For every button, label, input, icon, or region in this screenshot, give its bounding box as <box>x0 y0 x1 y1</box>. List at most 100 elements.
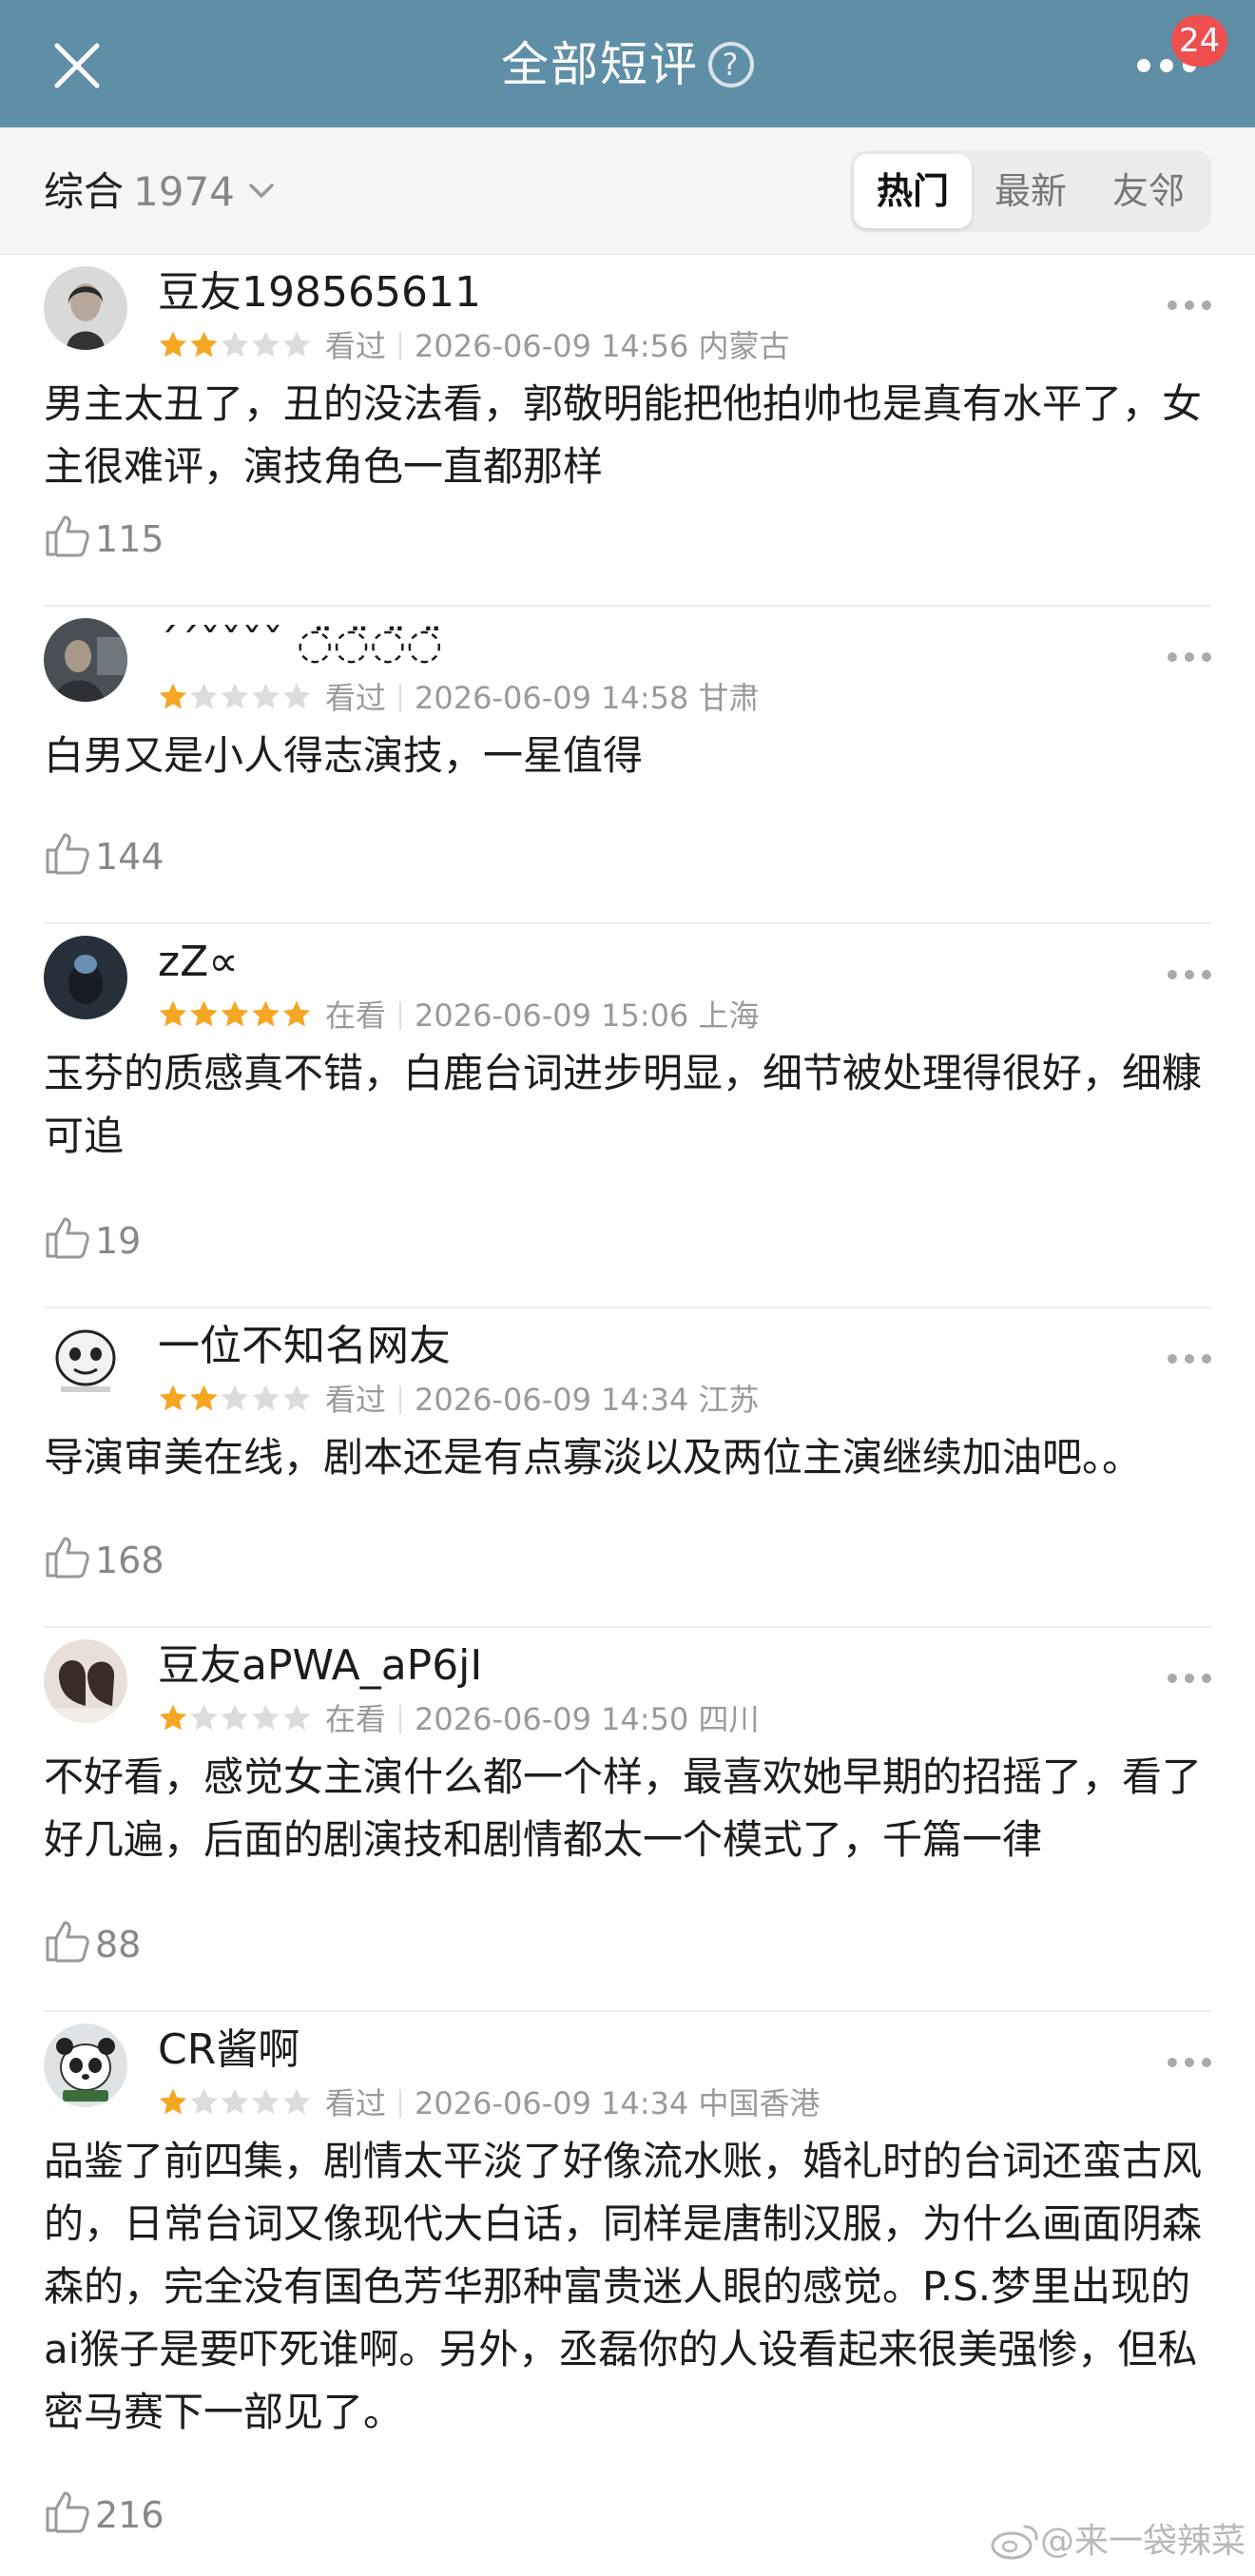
timestamp: 2026-06-09 15:06 上海 <box>415 997 760 1034</box>
thumbs-up-icon <box>46 515 89 557</box>
like-count: 19 <box>95 1220 142 1262</box>
watch-status: 在看 <box>325 997 387 1034</box>
username[interactable]: 一位不知名网友 <box>158 1320 451 1373</box>
avatar[interactable] <box>44 266 127 350</box>
thumbs-up-icon <box>46 2491 89 2533</box>
like-button[interactable]: 19 <box>44 1217 141 1270</box>
review-meta: 在看 2026-06-09 14:50 四川 <box>158 1700 760 1738</box>
divider <box>399 1385 402 1414</box>
star-empty-icon <box>190 2088 218 2115</box>
star-empty-icon <box>282 1385 311 1411</box>
timestamp: 2026-06-09 14:34 中国香港 <box>415 2085 821 2121</box>
review-item: 豆友aPWA_aP6jI 在看 2026-06-09 14:50 四川 不好看，感… <box>0 1628 1255 2012</box>
like-count: 115 <box>95 518 164 560</box>
page-title: 全部短评? <box>0 34 1255 95</box>
like-button[interactable]: 168 <box>44 1537 164 1590</box>
star-filled-icon <box>159 1704 187 1731</box>
review-item: ´´ˇˇˇˇ ◌̈◌̈◌̈◌̈ 看过 2026-06-09 14:58 甘肃 白男… <box>0 607 1255 924</box>
star-filled-icon <box>159 1000 187 1027</box>
watermark-text: @来一袋辣菜 <box>1039 2522 1245 2561</box>
more-icon[interactable] <box>1168 970 1211 981</box>
star-empty-icon <box>221 683 249 709</box>
avatar[interactable] <box>44 936 127 1019</box>
username[interactable]: zZ∝ <box>158 936 239 989</box>
review-text: 导演审美在线，剧本还是有点寡淡以及两位主演继续加油吧。。 <box>44 1434 1143 1481</box>
star-empty-icon <box>221 1704 249 1731</box>
star-empty-icon <box>221 2088 249 2115</box>
star-empty-icon <box>282 331 311 358</box>
username[interactable]: CR酱啊 <box>158 2024 299 2077</box>
review-meta: 看过 2026-06-09 14:34 中国香港 <box>158 2084 821 2122</box>
star-rating <box>158 330 312 360</box>
like-count: 144 <box>95 836 164 878</box>
avatar[interactable] <box>44 618 127 702</box>
star-filled-icon <box>190 1000 218 1027</box>
review-meta: 在看 2026-06-09 15:06 上海 <box>158 997 760 1035</box>
like-button[interactable]: 88 <box>44 1921 141 1974</box>
review-item: CR酱啊 看过 2026-06-09 14:34 中国香港 品鉴了前四集，剧情太平… <box>0 2012 1255 2576</box>
like-button[interactable]: 144 <box>44 833 164 886</box>
tab-friends[interactable]: 友邻 <box>1090 154 1207 228</box>
star-filled-icon <box>221 1000 249 1027</box>
like-count: 88 <box>95 1924 142 1966</box>
star-rating <box>158 1384 312 1414</box>
thumbs-up-icon <box>46 833 89 875</box>
star-empty-icon <box>282 1704 311 1731</box>
star-filled-icon <box>190 1385 218 1411</box>
sort-label: 综合 <box>44 168 125 215</box>
page-title-text: 全部短评 <box>501 37 699 92</box>
star-filled-icon <box>190 331 218 358</box>
weibo-logo-icon <box>991 2525 1038 2560</box>
review-item: 豆友198565611 看过 2026-06-09 14:56 内蒙古 男主太丑了… <box>0 255 1255 607</box>
more-icon[interactable] <box>1168 1354 1211 1365</box>
thumbs-up-icon <box>46 1537 89 1579</box>
review-text: 不好看，感觉女主演什么都一个样，最喜欢她早期的招摇了，看了好几遍，后面的剧演技和… <box>44 1753 1203 1863</box>
review-text: 品鉴了前四集，剧情太平淡了好像流水账，婚礼时的台词还蛮古风的，日常台词又像现代大… <box>44 2138 1203 2435</box>
like-button[interactable]: 115 <box>44 515 164 569</box>
review-meta: 看过 2026-06-09 14:56 内蒙古 <box>158 327 790 365</box>
more-icon[interactable] <box>1168 300 1211 312</box>
chevron-down-icon <box>249 183 274 198</box>
tab-latest[interactable]: 最新 <box>972 154 1090 228</box>
review-item: zZ∝ 在看 2026-06-09 15:06 上海 玉芬的质感真不错，白鹿台词进… <box>0 924 1255 1308</box>
notification-badge: 24 <box>1171 15 1228 67</box>
avatar[interactable] <box>44 2024 127 2107</box>
star-empty-icon <box>252 331 280 358</box>
username[interactable]: ´´ˇˇˇˇ ◌̈◌̈◌̈◌̈ <box>158 618 443 671</box>
like-button[interactable]: 216 <box>44 2491 164 2545</box>
star-filled-icon <box>252 1000 280 1027</box>
review-list: 豆友198565611 看过 2026-06-09 14:56 内蒙古 男主太丑了… <box>0 255 1255 2576</box>
more-icon[interactable] <box>1168 1674 1211 1685</box>
star-filled-icon <box>282 1000 311 1027</box>
tab-hot[interactable]: 热门 <box>854 154 972 228</box>
more-icon[interactable] <box>1168 652 1211 664</box>
star-rating <box>158 1703 312 1733</box>
divider <box>399 1001 402 1030</box>
help-icon[interactable]: ? <box>708 41 754 87</box>
star-empty-icon <box>282 683 311 709</box>
watch-status: 看过 <box>325 680 387 716</box>
timestamp: 2026-06-09 14:56 内蒙古 <box>415 328 790 364</box>
star-empty-icon <box>252 1385 280 1411</box>
review-count: 1974 <box>133 168 235 215</box>
like-count: 168 <box>95 1540 164 1581</box>
username[interactable]: 豆友198565611 <box>158 266 481 320</box>
star-rating <box>158 2087 312 2118</box>
username[interactable]: 豆友aPWA_aP6jI <box>158 1639 482 1693</box>
review-text: 玉芬的质感真不错，白鹿台词进步明显，细节被处理得很好，细糠可追 <box>44 1050 1203 1159</box>
more-icon[interactable] <box>1168 2058 1211 2069</box>
thumbs-up-icon <box>46 1921 89 1963</box>
star-empty-icon <box>252 683 280 709</box>
sort-tabs: 热门 最新 友邻 <box>850 150 1211 232</box>
divider <box>399 1705 402 1733</box>
sort-dropdown[interactable]: 综合 1974 <box>44 165 275 219</box>
watch-status: 看过 <box>325 1382 387 1418</box>
star-empty-icon <box>252 1704 280 1731</box>
avatar[interactable] <box>44 1639 127 1723</box>
avatar[interactable] <box>44 1320 127 1404</box>
timestamp: 2026-06-09 14:34 江苏 <box>415 1382 760 1418</box>
star-filled-icon <box>159 331 187 358</box>
watch-status: 看过 <box>325 328 387 364</box>
timestamp: 2026-06-09 14:58 甘肃 <box>415 680 760 716</box>
divider <box>399 332 402 360</box>
